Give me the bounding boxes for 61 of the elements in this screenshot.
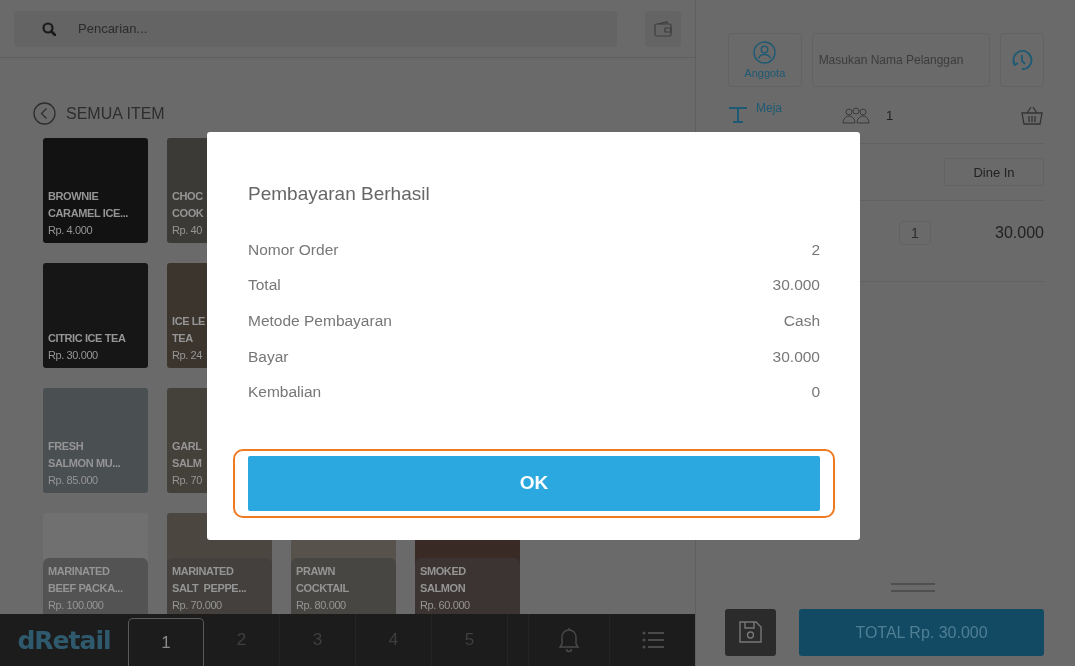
- order-tab[interactable]: 1: [128, 618, 204, 666]
- user-icon: [753, 41, 777, 64]
- product-name: BROWNIE CARAMEL ICE...: [48, 189, 128, 221]
- history-button[interactable]: [999, 33, 1044, 87]
- product-price: Rp. 85.000: [48, 473, 98, 488]
- line-amount: 30.000: [995, 224, 1044, 242]
- order-type-button[interactable]: Dine In: [944, 158, 1044, 186]
- clock-icon: [1010, 49, 1033, 71]
- quantity-field[interactable]: 1: [899, 221, 931, 245]
- product-name: PRAWN COCKTAIL: [296, 564, 349, 596]
- basket-icon[interactable]: [1020, 104, 1044, 126]
- product-tile[interactable]: FRESH SALMON MU... Rp. 85.000: [43, 388, 148, 493]
- product-price: Rp. 40: [172, 223, 202, 238]
- product-tile[interactable]: MARINATED BEEF PACKA... Rp. 100.000: [43, 513, 148, 614]
- guest-count: 1: [886, 107, 894, 123]
- product-name: ICE LE TEA: [172, 314, 206, 346]
- product-name: MARINATED SALT PEPPE...: [172, 564, 247, 596]
- product-tile[interactable]: BROWNIE CARAMEL ICE... Rp. 4.000: [43, 138, 148, 243]
- product-price: Rp. 70.000: [172, 598, 222, 613]
- product-price: Rp. 30.000: [48, 348, 98, 363]
- ok-button[interactable]: OK: [248, 455, 820, 511]
- detail-value: Cash: [783, 312, 820, 330]
- wallet-icon: [654, 20, 672, 37]
- table-icon: [728, 106, 748, 124]
- product-price: Rp. 70: [172, 473, 202, 488]
- bell-icon[interactable]: [557, 627, 581, 653]
- product-name: FRESH SALMON MU...: [48, 439, 121, 471]
- detail-value: 30.000: [772, 276, 820, 295]
- back-icon[interactable]: [33, 102, 56, 125]
- detail-label: Metode Pembayaran: [248, 312, 392, 330]
- menu-icon[interactable]: [641, 630, 664, 650]
- product-name: CITRIC ICE TEA: [48, 331, 126, 346]
- product-price: Rp. 100.000: [48, 598, 104, 613]
- product-name: CHOC COOK: [172, 189, 204, 221]
- table-label[interactable]: Meja: [756, 101, 782, 115]
- product-price: Rp. 24: [172, 348, 202, 363]
- product-name: SMOKED SALMON: [420, 564, 466, 596]
- search-icon: [42, 21, 56, 36]
- product-tile[interactable]: CITRIC ICE TEA Rp. 30.000: [43, 263, 148, 368]
- product-name: GARL SALM: [172, 439, 202, 471]
- dialog-title: Pembayaran Berhasil: [248, 183, 431, 205]
- product-price: Rp. 60.000: [420, 598, 470, 613]
- product-price: Rp. 80.000: [296, 598, 346, 613]
- total-pay-button[interactable]: TOTAL Rp. 30.000: [799, 609, 1044, 656]
- search-field[interactable]: Pencarian...: [14, 10, 617, 47]
- detail-label: Total: [248, 276, 281, 295]
- save-button[interactable]: [725, 609, 776, 656]
- product-name: MARINATED BEEF PACKA...: [48, 564, 123, 596]
- detail-value: 30.000: [772, 347, 820, 366]
- category-title: SEMUA ITEM: [66, 104, 165, 123]
- member-button[interactable]: Anggota: [728, 33, 802, 87]
- detail-label: Bayar: [248, 347, 289, 366]
- detail-label: Nomor Order: [248, 240, 339, 259]
- detail-value: 2: [811, 240, 820, 259]
- app-logo: dRetail: [16, 624, 112, 657]
- wallet-button[interactable]: [645, 10, 681, 47]
- detail-value: 0: [811, 383, 820, 402]
- product-price: Rp. 4.000: [48, 223, 93, 238]
- guests-icon: [842, 106, 870, 124]
- drag-handle[interactable]: [890, 583, 935, 592]
- detail-label: Kembalian: [248, 383, 322, 402]
